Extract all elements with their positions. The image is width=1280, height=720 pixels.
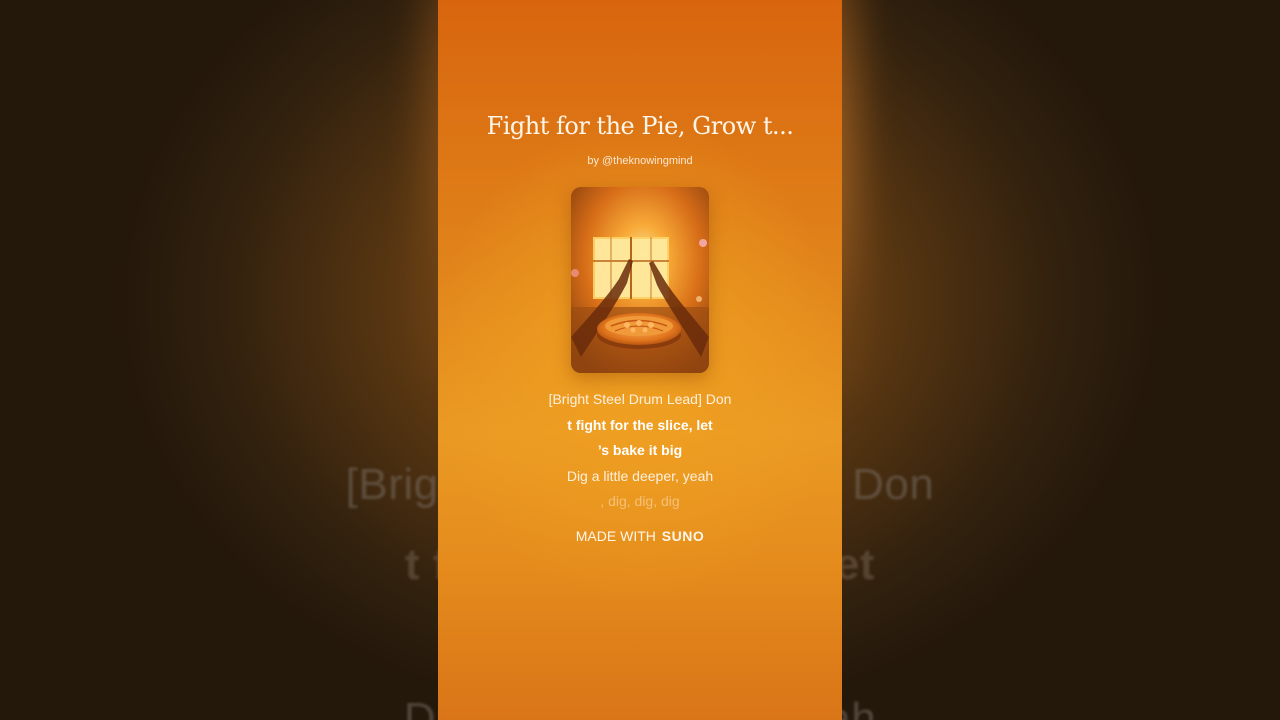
lyric-line: [Bright Steel Drum Lead] Don (548, 391, 732, 407)
lyrics-panel: [Bright Steel Drum Lead] Don t fight for… (438, 390, 842, 518)
cover-art (571, 187, 709, 373)
made-with-label: MADE WITH (575, 528, 656, 544)
made-with-suno-badge[interactable]: MADE WITH SUNO (438, 528, 842, 544)
lyric-line-current: t fight for the slice, let (567, 416, 713, 433)
video-card[interactable]: Fight for the Pie, Grow t... by @theknow… (438, 0, 842, 720)
song-title: Fight for the Pie, Grow t... (486, 112, 794, 140)
lyric-line-upcoming: , dig, dig, dig (600, 493, 680, 509)
suno-logo: SUNO (661, 528, 705, 544)
lyric-line-current: ’s bake it big (597, 442, 683, 458)
song-artist-byline[interactable]: by @theknowingmind (438, 155, 842, 167)
lyric-line: Dig a little deeper, yeah (566, 467, 714, 484)
